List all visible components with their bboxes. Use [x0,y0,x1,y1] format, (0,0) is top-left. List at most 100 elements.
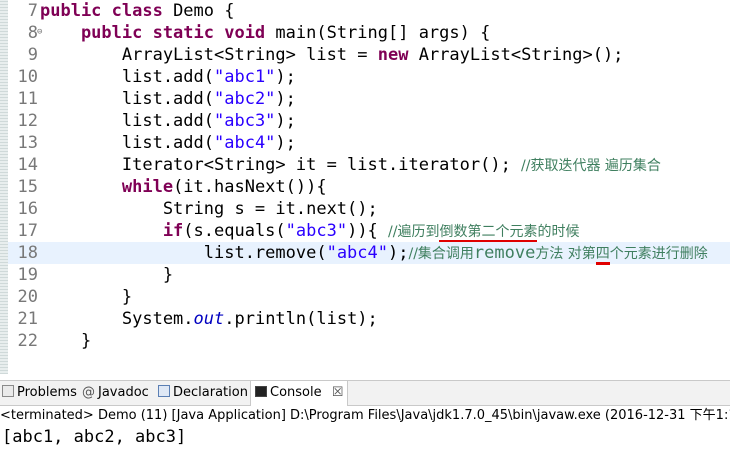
code-text: Iterator<String> it = list.iterator(); /… [40,154,661,177]
code-line[interactable]: 10 list.add("abc1"); [8,66,730,88]
code-token: while [40,177,174,197]
code-token: "abc1" [214,67,276,87]
code-token: } [40,287,133,307]
line-number: 15 [17,177,38,197]
code-line[interactable]: 7 public class Demo { [8,0,730,22]
code-token: list.add( [40,89,214,109]
code-token: if [40,221,184,241]
code-text: while(it.hasNext()){ [40,176,327,198]
code-line[interactable]: 8 ⊖ public static void main(String[] args… [8,22,730,44]
line-number: 19 [17,265,38,285]
line-number: 12 [17,111,38,131]
console-icon [255,386,267,397]
code-text: String s = it.next(); [40,198,378,220]
code-token: Iterator<String> it = list.iterator(); [40,155,522,175]
line-number: 7 [27,1,38,21]
tab-console[interactable]: Console ☒ [250,381,349,406]
tab-declaration[interactable]: Declaration [158,381,248,405]
console-status-line: <terminated> Demo (11) [Java Application… [0,408,730,423]
code-line[interactable]: 20 } [8,286,730,308]
code-line[interactable]: 14 Iterator<String> it = list.iterator()… [8,154,730,176]
code-token: .println(list); [224,309,378,329]
line-number: 21 [17,309,38,329]
code-line[interactable]: 9 ArrayList<String> list = new ArrayList… [8,44,730,66]
code-line[interactable]: 21 System.out.println(list); [8,308,730,330]
code-line[interactable]: 13 list.add("abc4"); [8,132,730,154]
code-token: new [377,45,419,65]
line-number: 10 [17,67,38,87]
line-number: 11 [17,89,38,109]
code-line[interactable]: 16 String s = it.next(); [8,198,730,220]
line-number: 22 [17,331,38,351]
console-panel: Problems @ Javadoc Declaration Console ☒ … [0,374,730,457]
code-text: list.add("abc2"); [40,88,296,110]
code-token: 方法 对第 [535,246,596,262]
code-token: ArrayList<String>(); [418,45,624,65]
code-text: public static void main(String[] args) { [40,22,490,44]
code-token: "abc3" [214,111,276,131]
code-token: ); [275,111,296,131]
code-token: "abc3" [285,221,348,241]
tab-javadoc[interactable]: @ Javadoc [82,381,149,405]
code-token: )){ [347,221,389,241]
code-line[interactable]: 19 } [8,264,730,286]
code-token: ); [275,133,296,153]
javadoc-icon: @ [82,385,95,400]
code-token: public static void [40,23,276,43]
code-editor[interactable]: 7 public class Demo {8 ⊖ public static voi… [0,0,730,374]
code-token: } [40,265,174,285]
code-token: "abc4" [326,243,388,263]
code-text: } [40,264,173,286]
code-token: //遍历到 [388,224,440,240]
code-token: list.remove( [40,243,327,263]
code-text: list.remove("abc4");//集合调用remove方法 对第四个元… [40,242,708,265]
code-line[interactable]: 11 list.add("abc2"); [8,88,730,110]
code-text: ArrayList<String> list = new ArrayList<S… [40,44,624,66]
declaration-icon [158,385,170,397]
code-token: } [40,331,92,351]
tab-problems[interactable]: Problems [2,381,77,405]
code-text: list.add("abc3"); [40,110,296,132]
code-token: (it.hasNext()){ [173,177,327,197]
code-token: 倒数第二个元素 [439,224,538,243]
line-number: 14 [17,155,38,175]
code-token: "abc2" [214,89,276,109]
code-text: if(s.equals("abc3")){ //遍历到倒数第二个元素的时候 [40,220,579,243]
line-number: 13 [17,133,38,153]
code-token: "abc4" [214,133,276,153]
code-text: } [40,286,132,308]
code-text: System.out.println(list); [40,308,378,330]
close-icon[interactable]: ☒ [332,385,344,400]
editor-left-ruler [0,0,8,374]
code-line[interactable]: 18 list.remove("abc4");//集合调用remove方法 对第… [8,242,730,265]
code-token: list.add( [40,133,214,153]
code-token: String s = it.next(); [40,199,378,219]
code-text: list.add("abc1"); [40,66,296,88]
code-token: ArrayList<String> list = [40,45,378,65]
code-token: 的时候 [537,224,580,240]
line-number: 18 [17,243,38,263]
code-line[interactable]: 15 while(it.hasNext()){ [8,176,730,198]
problems-icon [2,385,14,397]
code-text: } [40,330,91,352]
line-number: 16 [17,199,38,219]
code-token: (s.equals( [183,221,286,241]
code-token: remove [473,243,536,263]
code-token: //集合调用 [408,246,474,262]
code-line[interactable]: 12 list.add("abc3"); [8,110,730,132]
code-token: ); [275,89,296,109]
code-token: System. [40,309,194,329]
code-token: Demo { [173,1,235,21]
code-token: out [193,309,225,329]
line-number: 9 [27,45,38,65]
code-token: public class [40,1,174,21]
console-output: [abc1, abc2, abc3] [2,427,187,447]
code-token: 四 [595,246,610,265]
code-line[interactable]: 17 if(s.equals("abc3")){ //遍历到倒数第二个元素的时候 [8,220,730,243]
line-number: 20 [17,287,38,307]
code-token: main(String[] args) { [275,23,491,43]
code-text: list.add("abc4"); [40,132,296,154]
code-token: //获取迭代器 遍历集合 [521,158,661,174]
code-token: ); [388,243,409,263]
code-line[interactable]: 22 } [8,330,730,352]
